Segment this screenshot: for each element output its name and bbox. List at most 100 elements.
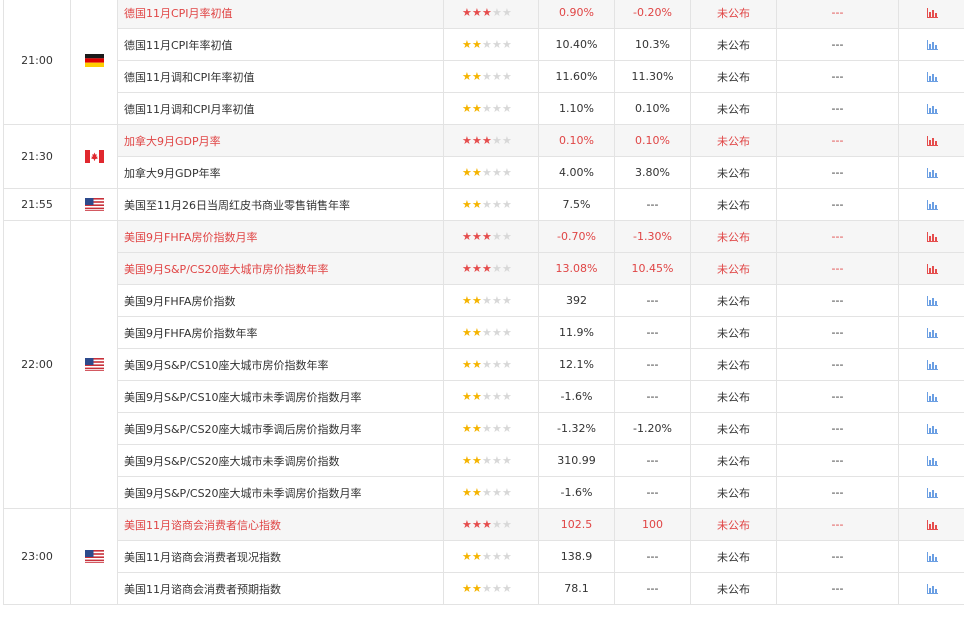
importance-stars: ★★★★★ xyxy=(443,380,539,413)
chart-cell[interactable] xyxy=(898,316,964,349)
table-row[interactable]: 加拿大9月GDP年率 ★★★★★ 4.00% 3.80% 未公布 --- xyxy=(4,156,964,189)
event-name[interactable]: 美国至11月26日当周红皮书商业零售销售年率 xyxy=(117,188,444,221)
table-row[interactable]: 德国11月调和CPI年率初值 ★★★★★ 11.60% 11.30% 未公布 --- xyxy=(4,60,964,93)
table-row[interactable]: 美国11月谘商会消费者现况指数 ★★★★★ 138.9 --- 未公布 --- xyxy=(4,540,964,573)
star-icon: ★ xyxy=(492,166,502,179)
bar-chart-icon[interactable] xyxy=(926,200,938,210)
chart-cell[interactable] xyxy=(898,444,964,477)
bar-chart-icon[interactable] xyxy=(926,296,938,306)
bar-chart-icon[interactable] xyxy=(926,552,938,562)
star-icon: ★ xyxy=(462,198,472,211)
event-name[interactable]: 美国9月S&P/CS20座大城市未季调房价指数月率 xyxy=(117,476,444,509)
event-name[interactable]: 美国9月S&P/CS20座大城市未季调房价指数 xyxy=(117,444,444,477)
table-row[interactable]: 美国9月FHFA房价指数年率 ★★★★★ 11.9% --- 未公布 --- xyxy=(4,316,964,349)
star-icon: ★ xyxy=(462,294,472,307)
chart-cell[interactable] xyxy=(898,284,964,317)
chart-cell[interactable] xyxy=(898,348,964,381)
table-row[interactable]: 美国9月S&P/CS10座大城市未季调房价指数月率 ★★★★★ -1.6% --- 未公… xyxy=(4,380,964,413)
star-icon: ★ xyxy=(462,166,472,179)
bar-chart-icon[interactable] xyxy=(926,168,938,178)
bar-chart-icon[interactable] xyxy=(926,488,938,498)
table-row[interactable]: 美国11月谘商会消费者预期指数 ★★★★★ 78.1 --- 未公布 --- xyxy=(4,572,964,605)
table-row[interactable]: 23:00 美国11月谘商会消费者信心指数 ★★★★★ 102.5 100 未公布 --- xyxy=(3,508,964,605)
event-name[interactable]: 美国9月FHFA房价指数 xyxy=(117,284,444,317)
chart-cell[interactable] xyxy=(898,540,964,573)
event-name[interactable]: 美国11月谘商会消费者现况指数 xyxy=(117,540,444,573)
table-row[interactable]: 德国11月CPI年率初值 ★★★★★ 10.40% 10.3% 未公布 --- xyxy=(4,28,964,61)
event-name[interactable]: 美国9月S&P/CS10座大城市房价指数年率 xyxy=(117,348,444,381)
star-icon: ★ xyxy=(482,262,492,275)
bar-chart-icon[interactable] xyxy=(926,584,938,594)
star-icon: ★ xyxy=(462,6,472,19)
chart-cell[interactable] xyxy=(898,0,964,29)
table-row[interactable]: 美国9月S&P/CS20座大城市房价指数年率 ★★★★★ 13.08% 10.45% 未… xyxy=(4,252,964,285)
bar-chart-icon[interactable] xyxy=(926,72,938,82)
star-icon: ★ xyxy=(482,38,492,51)
star-icon: ★ xyxy=(482,294,492,307)
chart-cell[interactable] xyxy=(898,124,964,157)
star-icon: ★ xyxy=(492,454,502,467)
table-row[interactable]: 美国9月S&P/CS20座大城市季调后房价指数月率 ★★★★★ -1.32% -1.2… xyxy=(4,412,964,445)
table-row[interactable]: 美国9月FHFA房价指数 ★★★★★ 392 --- 未公布 --- xyxy=(4,284,964,317)
event-name[interactable]: 加拿大9月GDP年率 xyxy=(117,156,444,189)
chart-cell[interactable] xyxy=(898,60,964,93)
star-icon: ★ xyxy=(472,550,482,563)
bar-chart-icon[interactable] xyxy=(926,104,938,114)
event-name[interactable]: 美国9月S&P/CS10座大城市未季调房价指数月率 xyxy=(117,380,444,413)
bar-chart-icon[interactable] xyxy=(926,520,938,530)
table-row[interactable]: 德国11月调和CPI月率初值 ★★★★★ 1.10% 0.10% 未公布 --- xyxy=(4,92,964,125)
bar-chart-icon[interactable] xyxy=(926,232,938,242)
star-icon: ★ xyxy=(492,550,502,563)
table-row[interactable]: 21:55 美国至11月26日当周红皮书商业零售销售年率 ★★★★★ 7.5% --- 未… xyxy=(3,188,964,221)
chart-cell[interactable] xyxy=(898,572,964,605)
bar-chart-icon[interactable] xyxy=(926,136,938,146)
chart-cell[interactable] xyxy=(898,92,964,125)
table-row[interactable]: 美国9月S&P/CS20座大城市未季调房价指数月率 ★★★★★ -1.6% --- 未公… xyxy=(4,476,964,509)
bar-chart-icon[interactable] xyxy=(926,456,938,466)
table-row[interactable]: 21:00 德国11月CPI月率初值 ★★★★★ 0.90% -0.20% 未公布 --- xyxy=(3,0,964,125)
bar-chart-icon[interactable] xyxy=(926,8,938,18)
event-name[interactable]: 美国11月谘商会消费者信心指数 xyxy=(117,508,444,541)
star-icon: ★ xyxy=(462,454,472,467)
star-icon: ★ xyxy=(492,38,502,51)
bar-chart-icon[interactable] xyxy=(926,392,938,402)
table-row[interactable]: 22:00 美国9月FHFA房价指数月率 ★★★★★ -0.70% -1.30% 未公布 -… xyxy=(3,220,964,509)
publish-status: 未公布 xyxy=(690,476,777,509)
chart-cell[interactable] xyxy=(898,476,964,509)
chart-cell[interactable] xyxy=(898,156,964,189)
event-name[interactable]: 美国9月FHFA房价指数年率 xyxy=(117,316,444,349)
event-name[interactable]: 德国11月调和CPI年率初值 xyxy=(117,60,444,93)
table-row[interactable]: 美国9月S&P/CS10座大城市房价指数年率 ★★★★★ 12.1% --- 未公布 --… xyxy=(4,348,964,381)
actual-value: --- xyxy=(776,28,899,61)
bar-chart-icon[interactable] xyxy=(926,360,938,370)
bar-chart-icon[interactable] xyxy=(926,264,938,274)
chart-cell[interactable] xyxy=(898,252,964,285)
chart-cell[interactable] xyxy=(898,508,964,541)
chart-cell[interactable] xyxy=(898,220,964,253)
event-name[interactable]: 美国9月S&P/CS20座大城市季调后房价指数月率 xyxy=(117,412,444,445)
event-name[interactable]: 德国11月CPI年率初值 xyxy=(117,28,444,61)
event-name[interactable]: 德国11月调和CPI月率初值 xyxy=(117,92,444,125)
star-icon: ★ xyxy=(472,422,482,435)
event-name[interactable]: 德国11月CPI月率初值 xyxy=(117,0,444,29)
event-time: 23:00 xyxy=(3,508,71,605)
event-name[interactable]: 美国9月S&P/CS20座大城市房价指数年率 xyxy=(117,252,444,285)
chart-cell[interactable] xyxy=(898,380,964,413)
table-row[interactable]: 美国9月S&P/CS20座大城市未季调房价指数 ★★★★★ 310.99 --- 未公布… xyxy=(4,444,964,477)
bar-chart-icon[interactable] xyxy=(926,40,938,50)
chart-cell[interactable] xyxy=(898,188,964,221)
chart-cell[interactable] xyxy=(898,28,964,61)
bar-chart-icon[interactable] xyxy=(926,424,938,434)
bar-chart-icon[interactable] xyxy=(926,328,938,338)
event-name[interactable]: 加拿大9月GDP月率 xyxy=(117,124,444,157)
star-icon: ★ xyxy=(502,294,512,307)
importance-stars: ★★★★★ xyxy=(443,476,539,509)
previous-value: -1.6% xyxy=(538,476,615,509)
event-name[interactable]: 美国9月FHFA房价指数月率 xyxy=(117,220,444,253)
actual-value: --- xyxy=(776,572,899,605)
table-row[interactable]: 21:30 加拿大9月GDP月率 ★★★★★ 0.10% 0.10% 未公布 --- xyxy=(3,124,964,189)
star-icon: ★ xyxy=(502,230,512,243)
event-name[interactable]: 美国11月谘商会消费者预期指数 xyxy=(117,572,444,605)
chart-cell[interactable] xyxy=(898,412,964,445)
star-icon: ★ xyxy=(502,518,512,531)
